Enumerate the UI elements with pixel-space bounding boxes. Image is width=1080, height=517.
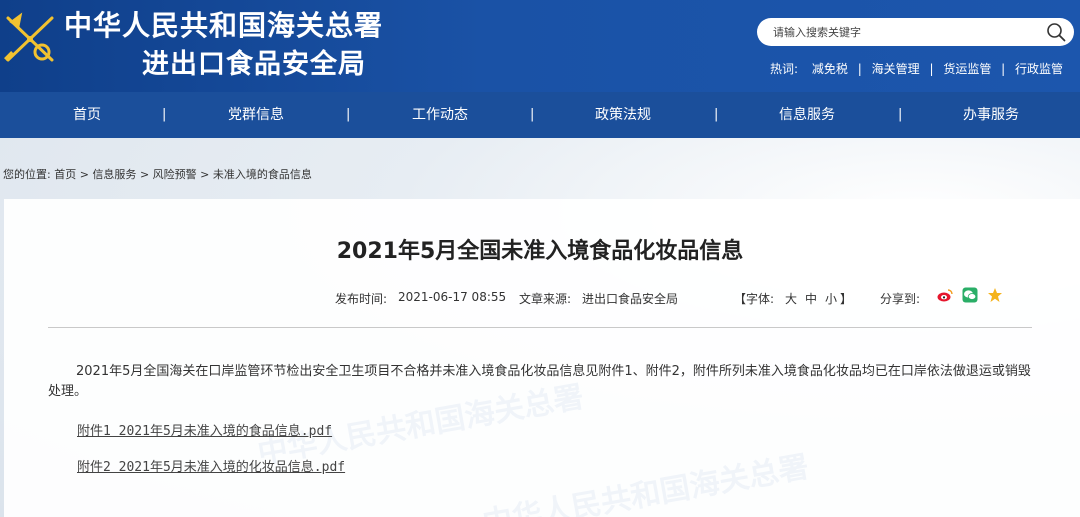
nav-item-info-service[interactable]: 信息服务 <box>747 92 867 138</box>
breadcrumb-separator: > <box>200 168 210 181</box>
breadcrumb-link[interactable]: 未准入境的食品信息 <box>213 168 312 181</box>
attachment-link-2[interactable]: 附件2 2021年5月未准入境的化妆品信息.pdf <box>77 456 345 475</box>
site-subtitle[interactable]: 进出口食品安全局 <box>142 48 366 82</box>
hot-words: 热词: 减免税 | 海关管理 | 货运监管 | 行政监管 <box>770 60 1063 77</box>
site-header: 中华人民共和国海关总署 进出口食品安全局 热词: 减免税 | 海关管理 | 货运… <box>0 0 1080 92</box>
breadcrumb-link[interactable]: 信息服务 <box>92 168 136 181</box>
wechat-share-icon[interactable] <box>962 287 978 303</box>
nav-separator: | <box>898 107 903 122</box>
breadcrumb-link[interactable]: 风险预警 <box>153 168 197 181</box>
main-nav: 首页 | 党群信息 | 工作动态 | 政策法规 | 信息服务 | 办事服务 <box>0 92 1080 138</box>
site-title[interactable]: 中华人民共和国海关总署 <box>64 8 383 44</box>
nav-separator: | <box>530 107 535 122</box>
title-divider <box>48 327 1032 328</box>
attachment-link-1[interactable]: 附件1 2021年5月未准入境的食品信息.pdf <box>77 420 332 439</box>
nav-item-party[interactable]: 党群信息 <box>196 92 316 138</box>
breadcrumb: 您的位置: 首页 > 信息服务 > 风险预警 > 未准入境的食品信息 <box>3 166 312 182</box>
publish-label: 发布时间: <box>335 292 388 306</box>
hot-word-separator: | <box>929 62 934 76</box>
nav-item-work[interactable]: 工作动态 <box>380 92 500 138</box>
nav-separator: | <box>162 107 167 122</box>
nav-separator: | <box>346 107 351 122</box>
publish-time: 2021-06-17 08:55 <box>398 290 507 304</box>
source-value: 进出口食品安全局 <box>582 292 679 306</box>
search-icon[interactable] <box>1046 22 1066 42</box>
share-label: 分享到: <box>880 292 921 306</box>
breadcrumb-prefix: 您的位置: <box>3 168 51 181</box>
nav-separator: | <box>714 107 719 122</box>
hot-word-link[interactable]: 货运监管 <box>943 60 991 77</box>
search-input[interactable] <box>773 22 1033 42</box>
font-size-close: 】 <box>840 292 853 306</box>
hot-word-link[interactable]: 海关管理 <box>872 60 920 77</box>
hot-word-link[interactable]: 行政监管 <box>1015 60 1063 77</box>
font-size-label: 【字体: <box>734 292 775 306</box>
font-medium-button[interactable]: 中 <box>805 290 817 307</box>
breadcrumb-link[interactable]: 首页 <box>54 168 76 181</box>
font-large-button[interactable]: 大 <box>785 290 797 307</box>
font-small-button[interactable]: 小 <box>825 290 837 307</box>
nav-item-policy[interactable]: 政策法规 <box>563 92 683 138</box>
hot-word-link[interactable]: 减免税 <box>812 60 848 77</box>
hot-words-label: 热词: <box>770 62 799 76</box>
nav-item-services[interactable]: 办事服务 <box>931 92 1051 138</box>
breadcrumb-separator: > <box>139 168 150 181</box>
customs-emblem-icon[interactable] <box>2 8 60 68</box>
hot-word-separator: | <box>857 62 862 76</box>
search-box[interactable] <box>757 18 1074 46</box>
hot-word-separator: | <box>1001 62 1006 76</box>
article-title: 2021年5月全国未准入境食品化妆品信息 <box>336 239 744 264</box>
breadcrumb-separator: > <box>79 168 89 181</box>
source-label: 文章来源: <box>519 292 572 306</box>
nav-item-home[interactable]: 首页 <box>27 92 147 138</box>
article-body: 2021年5月全国海关在口岸监管环节检出安全卫生项目不合格并未准入境食品化妆品信… <box>48 364 1031 399</box>
favorite-share-icon[interactable] <box>987 287 1003 303</box>
weibo-share-icon[interactable] <box>937 287 953 303</box>
